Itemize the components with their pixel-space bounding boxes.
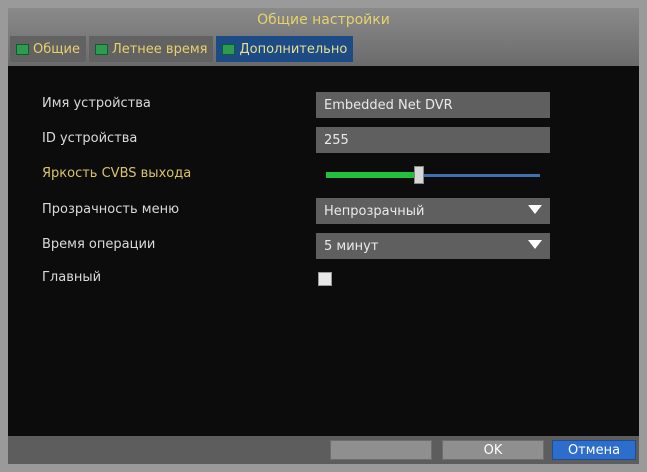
tab-bar: Общие Летнее время Дополнительно [10,36,354,62]
ok-button[interactable]: OK [442,440,544,460]
settings-panel: Имя устройства Embedded Net DVR ID устро… [8,66,639,436]
tab-general[interactable]: Общие [10,36,86,62]
screen-frame: Общие настройки Общие Летнее время Допол… [0,0,647,472]
device-name-label: Имя устройства [42,96,151,111]
device-id-value: 255 [324,132,349,148]
tab-label: Летнее время [111,41,208,57]
row-menu-transparency: Прозрачность меню Непрозрачный [8,196,639,226]
menu-transparency-value: Непрозрачный [324,203,425,219]
main-label: Главный [42,270,102,285]
tab-label: Дополнительно [239,41,348,57]
monitor-icon [16,43,29,55]
row-main: Главный [8,264,639,294]
device-name-input[interactable]: Embedded Net DVR [316,92,550,118]
tab-dst[interactable]: Летнее время [88,36,214,62]
row-device-id: ID устройства 255 [8,125,639,155]
row-cvbs-brightness: Яркость CVBS выхода [8,160,639,190]
brightness-slider-thumb[interactable] [414,166,424,184]
menu-transparency-select[interactable]: Непрозрачный [316,198,550,224]
operation-time-label: Время операции [42,237,156,252]
title-bar: Общие настройки Общие Летнее время Допол… [8,8,639,66]
footer-bar: OK Отмена [8,436,639,464]
brightness-slider-fill [326,172,416,178]
menu-transparency-label: Прозрачность меню [42,202,180,217]
chevron-down-icon[interactable] [528,205,542,214]
cvbs-brightness-label: Яркость CVBS выхода [42,166,192,181]
cancel-button[interactable]: Отмена [552,440,636,460]
main-checkbox[interactable] [318,272,332,286]
monitor-icon [222,43,236,55]
device-id-input[interactable]: 255 [316,127,550,153]
device-id-label: ID устройства [42,131,138,146]
row-operation-time: Время операции 5 минут [8,231,639,261]
operation-time-select[interactable]: 5 минут [316,233,550,259]
tab-advanced[interactable]: Дополнительно [216,36,354,62]
monitor-icon [94,43,108,55]
apply-button[interactable] [330,440,432,460]
general-settings-window: Общие настройки Общие Летнее время Допол… [8,8,639,464]
tab-label: Общие [33,41,80,57]
row-device-name: Имя устройства Embedded Net DVR [8,90,639,120]
device-name-value: Embedded Net DVR [324,97,453,113]
window-title: Общие настройки [257,12,390,28]
operation-time-value: 5 минут [324,238,379,254]
chevron-down-icon[interactable] [528,240,542,249]
